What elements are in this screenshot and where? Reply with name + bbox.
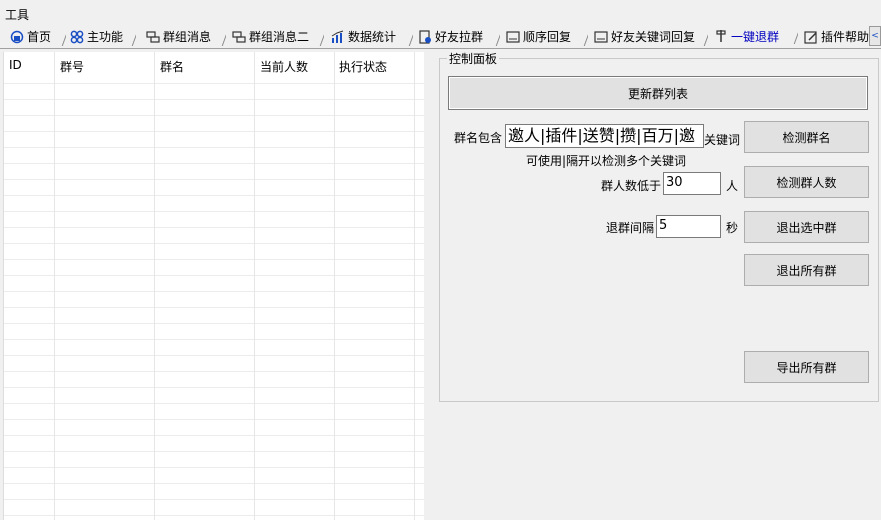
table-header: ID 群号 群名 当前人数 执行状态 [4,52,424,78]
menubar: 工具 [0,0,881,22]
member-unit-label: 人 [726,179,739,193]
detect-member-count-button[interactable]: 检测群人数 [744,166,869,198]
tab-plugin-help-label: 插件帮助 [821,30,870,44]
member-threshold-input[interactable]: 30 [663,172,721,195]
column-divider [414,52,415,520]
exit-all-groups-button[interactable]: 退出所有群 [744,254,869,286]
chat-icon [146,30,160,43]
tab-main-function-label: 主功能 [87,30,124,44]
tab-sequential-reply-label: 顺序回复 [523,30,572,44]
tab-group-message[interactable]: 群组消息 [142,26,226,47]
tab-keyword-reply-label: 好友关键词回复 [611,30,696,44]
column-header-group-name[interactable]: 群名 [160,58,184,75]
reply-icon [506,30,520,43]
column-header-member-count[interactable]: 当前人数 [260,58,308,75]
tab-group-message-label: 群组消息 [163,30,212,44]
column-divider [154,52,155,520]
reply-icon [594,30,608,43]
menu-tools[interactable]: 工具 [5,6,29,23]
interval-unit-label: 秒 [726,221,739,235]
exit-selected-groups-button[interactable]: 退出选中群 [744,211,869,243]
pin-icon [716,30,726,42]
exit-interval-label: 退群间隔 [606,221,655,235]
group-list-table[interactable]: ID 群号 群名 当前人数 执行状态 [3,52,424,520]
tab-home-label: 首页 [27,30,52,44]
home-icon [10,30,24,43]
column-divider [54,52,55,520]
detect-group-name-button[interactable]: 检测群名 [744,121,869,153]
column-divider [334,52,335,520]
tab-strip: 首页 主功能 群组消息 群组消息二 数据统计 好友拉群 顺序回复 好友关键词回复… [0,24,881,49]
tab-friend-invite[interactable]: 好友拉群 [414,26,500,47]
keyword-suffix-label: 关键词 [704,133,741,147]
document-icon [419,29,431,44]
tab-group-message-two-label: 群组消息二 [249,30,310,44]
tab-statistics[interactable]: 数据统计 [327,26,413,47]
keyword-input[interactable]: 邀人|插件|送赞|攒|百万|邀 [505,124,704,148]
column-header-id[interactable]: ID [9,58,22,72]
tab-plugin-help[interactable]: 插件帮助 [800,26,880,47]
tab-group-message-two[interactable]: 群组消息二 [228,26,324,47]
tab-friend-invite-label: 好友拉群 [435,30,484,44]
grid-icon [70,30,84,43]
tab-statistics-label: 数据统计 [348,30,397,44]
refresh-group-list-button[interactable]: 更新群列表 [448,76,868,110]
tab-one-click-exit[interactable]: 一键退群 [710,24,798,48]
column-header-group-number[interactable]: 群号 [60,58,84,75]
edit-icon [804,30,817,44]
export-all-groups-button[interactable]: 导出所有群 [744,351,869,383]
tab-home[interactable]: 首页 [6,26,66,47]
tab-keyword-reply[interactable]: 好友关键词回复 [590,26,708,47]
tab-main-function[interactable]: 主功能 [66,26,136,47]
chat-icon [232,30,246,43]
tab-sequential-reply[interactable]: 顺序回复 [502,26,588,47]
tab-scroll-left-button[interactable]: < [869,26,881,46]
control-panel-title: 控制面板 [447,50,500,67]
column-divider [254,52,255,520]
chart-icon [331,30,344,43]
exit-interval-input[interactable]: 5 [656,215,721,238]
tab-one-click-exit-label: 一键退群 [731,29,780,44]
keyword-hint: 可使用|隔开以检测多个关键词 [526,154,687,168]
column-header-status[interactable]: 执行状态 [339,58,387,75]
keyword-label: 群名包含 [454,131,503,145]
member-threshold-label: 群人数低于 [601,179,662,193]
